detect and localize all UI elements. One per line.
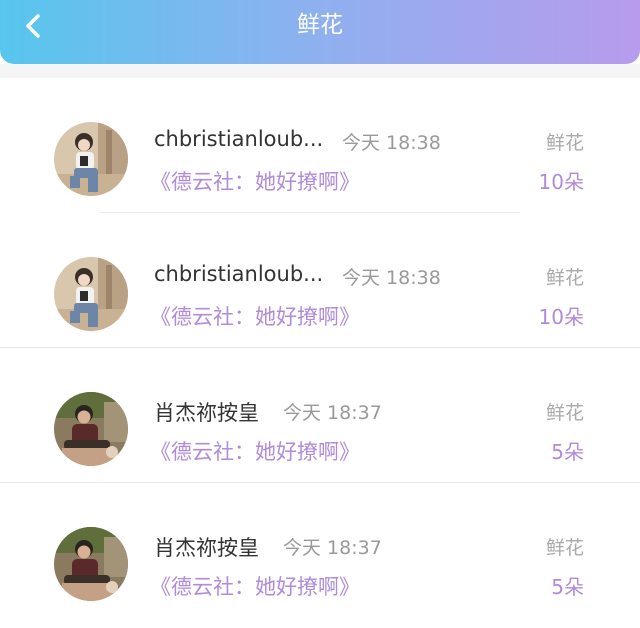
book-title-link[interactable]: 《德云社：她好撩啊》 [150,571,360,601]
user-name: 肖杰祢按皇 [154,401,259,425]
gift-type: 鲜花 [545,402,584,424]
gift-count: 5朵 [551,575,584,599]
page-title: 鲜花 [297,12,343,38]
book-title-link[interactable]: 《德云社：她好撩啊》 [150,436,360,466]
gift-count: 5朵 [551,440,584,464]
user-name: chbristianloub... [154,262,324,286]
header-spacer [0,64,640,78]
list-item[interactable]: chbristianloub... 今天 18:38 《德云社：她好撩啊》 鲜花… [0,213,640,348]
avatar[interactable] [54,392,128,466]
record-time: 今天 18:37 [283,537,382,559]
record-time: 今天 18:38 [342,132,441,154]
list-item[interactable]: 肖杰祢按皇 今天 18:37 《德云社：她好撩啊》 鲜花 5朵 [0,483,640,618]
book-title-link[interactable]: 《德云社：她好撩啊》 [150,301,360,331]
record-time: 今天 18:38 [342,267,441,289]
avatar[interactable] [54,122,128,196]
user-name: chbristianloub... [154,127,324,151]
header-bar: 鲜花 [0,0,640,64]
list-item[interactable]: chbristianloub... 今天 18:38 《德云社：她好撩啊》 鲜花… [0,78,640,213]
gift-type: 鲜花 [545,537,584,559]
user-name: 肖杰祢按皇 [154,536,259,560]
flower-record-list: chbristianloub... 今天 18:38 《德云社：她好撩啊》 鲜花… [0,78,640,618]
gift-type: 鲜花 [545,267,584,289]
list-item[interactable]: 肖杰祢按皇 今天 18:37 《德云社：她好撩啊》 鲜花 5朵 [0,348,640,483]
avatar[interactable] [54,527,128,601]
book-title-link[interactable]: 《德云社：她好撩啊》 [150,166,360,196]
record-time: 今天 18:37 [283,402,382,424]
gift-count: 10朵 [538,170,584,194]
avatar[interactable] [54,257,128,331]
gift-type: 鲜花 [545,132,584,154]
gift-count: 10朵 [538,305,584,329]
